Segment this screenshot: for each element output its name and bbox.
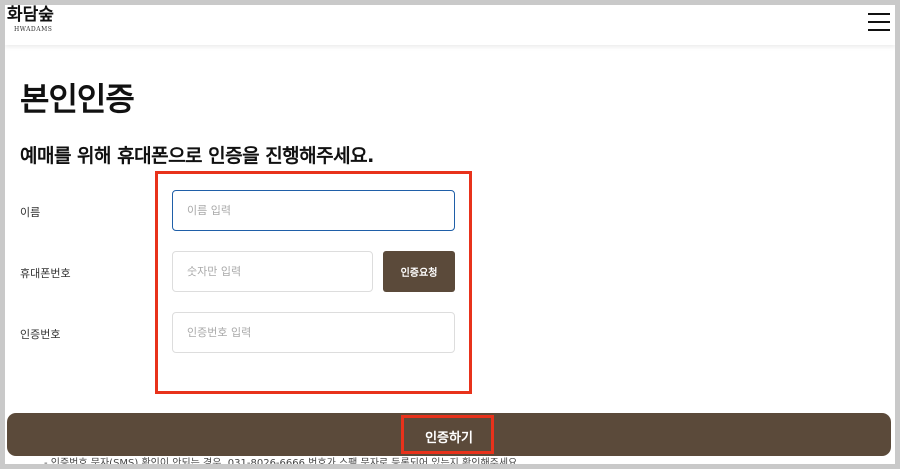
hamburger-menu-icon[interactable] [868, 13, 890, 31]
top-nav-bar: 화담숲 HWADAMS [5, 5, 895, 45]
page-subtitle: 예매를 위해 휴대폰으로 인증을 진행해주세요. [20, 145, 374, 167]
site-logo[interactable]: 화담숲 HWADAMS [7, 7, 54, 33]
phone-label: 휴대폰번호 [20, 267, 71, 280]
logo-text: 화담숲 [7, 5, 54, 25]
name-label: 이름 [20, 206, 41, 219]
page-title: 본인인증 [20, 80, 135, 118]
logo-subtext: HWADAMS [14, 26, 53, 33]
sms-help-note: - 인증번호 문자(SMS) 확인이 안되는 경우, 031-8026-6666… [44, 458, 518, 469]
code-label: 인증번호 [20, 328, 61, 341]
highlight-box-submit [401, 415, 494, 454]
highlight-box-form [155, 171, 472, 394]
